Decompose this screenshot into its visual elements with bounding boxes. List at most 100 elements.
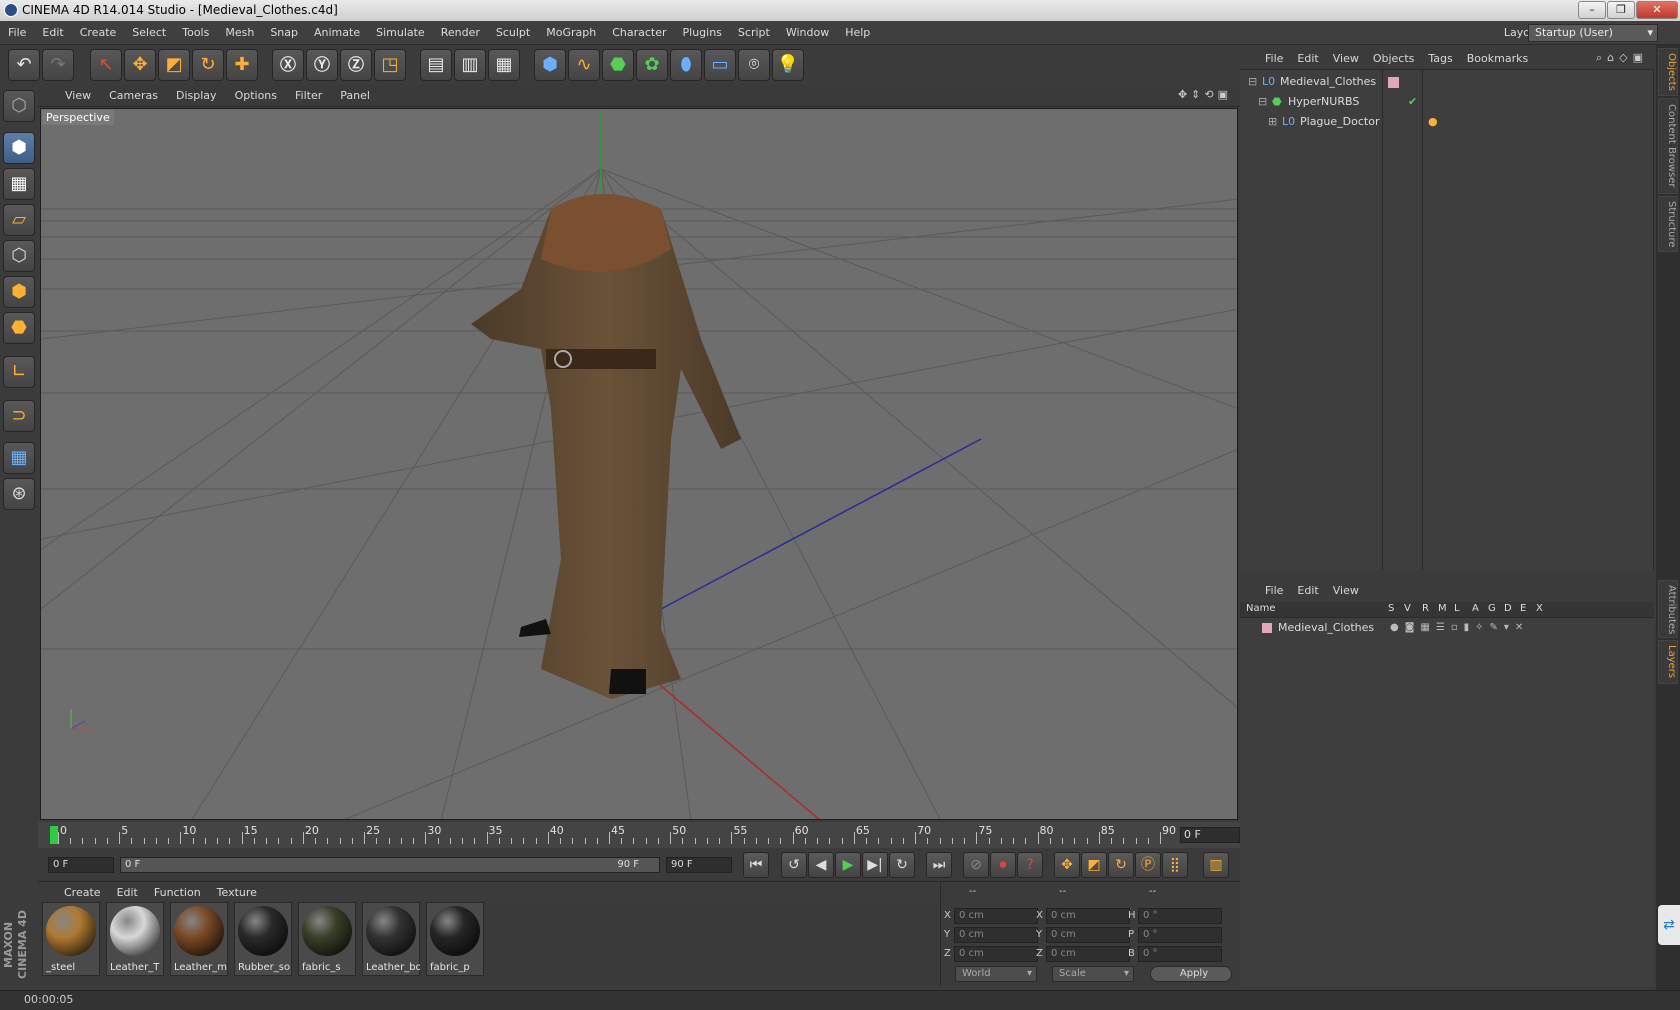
tab-content-browser[interactable]: Content Browser bbox=[1658, 98, 1678, 194]
material-swatch[interactable]: Rubber_so bbox=[234, 902, 292, 976]
play-button[interactable]: ▶ bbox=[835, 852, 861, 878]
timeline-window-button[interactable]: ▥ bbox=[1203, 852, 1229, 878]
close-button[interactable]: ✕ bbox=[1636, 1, 1678, 19]
keyframe-selection-button[interactable]: ? bbox=[1017, 852, 1043, 878]
viewport-menu-options[interactable]: Options bbox=[226, 85, 286, 107]
objects-menu-objects[interactable]: Objects bbox=[1366, 48, 1422, 70]
layer-column-header[interactable]: R bbox=[1422, 603, 1429, 614]
snap-magnet-button[interactable]: ⊃ bbox=[3, 400, 35, 432]
layer-flag-icons[interactable]: ●◙▦☰▫▮✧✎▾✕ bbox=[1390, 619, 1529, 637]
material-menu-edit[interactable]: Edit bbox=[109, 882, 146, 904]
coord-value-field[interactable]: 0 cm bbox=[954, 927, 1038, 943]
objects-search-home-icons[interactable]: ⌕⌂◇▣ bbox=[1596, 51, 1648, 65]
cube-primitive-button[interactable]: ⬢ bbox=[534, 49, 566, 81]
coordinate-system-button[interactable]: ◳ bbox=[374, 49, 406, 81]
menu-mesh[interactable]: Mesh bbox=[217, 21, 262, 45]
current-frame-field[interactable]: 0 F bbox=[1180, 827, 1240, 843]
layers-menu-view[interactable]: View bbox=[1326, 580, 1366, 602]
object-row-medieval-clothes[interactable]: ⊟ L0 Medieval_Clothes bbox=[1240, 72, 1654, 92]
objects-menu-edit[interactable]: Edit bbox=[1290, 48, 1325, 70]
floor-environment-button[interactable]: ▭ bbox=[704, 49, 736, 81]
tab-objects[interactable]: Objects bbox=[1658, 48, 1678, 96]
go-to-end-button[interactable]: ⏭ bbox=[926, 852, 952, 878]
menu-create[interactable]: Create bbox=[72, 21, 125, 45]
material-swatch[interactable]: _steel bbox=[42, 902, 100, 976]
axis-mode-button[interactable]: ∟ bbox=[3, 356, 35, 388]
material-swatch[interactable]: Leather_T bbox=[106, 902, 164, 976]
layer-column-header[interactable]: S bbox=[1388, 603, 1394, 614]
material-swatch[interactable]: Leather_m bbox=[170, 902, 228, 976]
viewport-menu-panel[interactable]: Panel bbox=[331, 85, 379, 107]
planar-workplane-button[interactable]: ⊛ bbox=[3, 478, 35, 510]
rotate-tool-button[interactable]: ↻ bbox=[192, 49, 224, 81]
layout-dropdown[interactable]: Startup (User) ▾ bbox=[1528, 24, 1658, 42]
undo-button[interactable]: ↶ bbox=[8, 49, 40, 81]
3d-viewport[interactable] bbox=[40, 108, 1238, 820]
add-object-button[interactable]: ✚ bbox=[226, 49, 258, 81]
record-keys-disabled-button[interactable]: ⊘ bbox=[963, 852, 989, 878]
render-settings-button[interactable]: ▦ bbox=[488, 49, 520, 81]
coord-value-field[interactable]: 0 cm bbox=[954, 946, 1038, 962]
menu-mograph[interactable]: MoGraph bbox=[538, 21, 604, 45]
frame-range-slider[interactable]: 0 F 90 F bbox=[120, 857, 660, 873]
coord-value-field[interactable]: 0 cm bbox=[1046, 908, 1130, 924]
previous-key-button[interactable]: ↺ bbox=[781, 852, 807, 878]
end-frame-field[interactable]: 90 F bbox=[666, 857, 732, 873]
material-swatch[interactable]: fabric_s bbox=[298, 902, 356, 976]
apply-button[interactable]: Apply bbox=[1150, 966, 1232, 982]
material-tag-icon[interactable]: ● bbox=[1428, 112, 1438, 132]
coord-value-field[interactable]: 0 cm bbox=[1046, 927, 1130, 943]
minimize-button[interactable]: – bbox=[1578, 1, 1606, 19]
texture-mode-button[interactable]: ▦ bbox=[3, 168, 35, 200]
enabled-check-icon[interactable]: ✔ bbox=[1408, 92, 1417, 112]
material-menu-texture[interactable]: Texture bbox=[209, 882, 265, 904]
tab-layers[interactable]: Layers bbox=[1658, 640, 1678, 684]
objects-menu-file[interactable]: File bbox=[1258, 48, 1290, 70]
menu-character[interactable]: Character bbox=[604, 21, 674, 45]
menu-tools[interactable]: Tools bbox=[174, 21, 217, 45]
model-mode-button[interactable]: ⬢ bbox=[3, 132, 35, 164]
layer-column-header[interactable]: L bbox=[1454, 603, 1460, 614]
layer-row-medieval-clothes[interactable]: Medieval_Clothes ●◙▦☰▫▮✧✎▾✕ bbox=[1240, 619, 1654, 637]
menu-animate[interactable]: Animate bbox=[306, 21, 368, 45]
edges-mode-button[interactable]: ⬢ bbox=[3, 276, 35, 308]
workplane-mode-button[interactable]: ▱ bbox=[3, 204, 35, 236]
tab-attributes[interactable]: Attributes bbox=[1658, 580, 1678, 638]
menu-sculpt[interactable]: Sculpt bbox=[488, 21, 538, 45]
menu-edit[interactable]: Edit bbox=[34, 21, 71, 45]
viewport-menu-display[interactable]: Display bbox=[167, 85, 226, 107]
material-swatch[interactable]: Leather_bo bbox=[362, 902, 420, 976]
layers-menu-file[interactable]: File bbox=[1258, 580, 1290, 602]
menu-render[interactable]: Render bbox=[433, 21, 488, 45]
menu-window[interactable]: Window bbox=[778, 21, 837, 45]
next-frame-button[interactable]: ▶| bbox=[862, 852, 888, 878]
mograph-cloner-button[interactable]: ✿ bbox=[636, 49, 668, 81]
viewport-menu-view[interactable]: View bbox=[56, 85, 100, 107]
layer-column-header[interactable]: D bbox=[1504, 603, 1512, 614]
maximize-button[interactable]: ❐ bbox=[1607, 1, 1635, 19]
viewport-menu-cameras[interactable]: Cameras bbox=[100, 85, 167, 107]
timeline-ruler[interactable] bbox=[38, 822, 1240, 848]
camera-button[interactable]: ⌾ bbox=[738, 49, 770, 81]
y-axis-button[interactable]: Ⓨ bbox=[306, 49, 338, 81]
live-selection-button[interactable]: ↖ bbox=[90, 49, 122, 81]
menu-snap[interactable]: Snap bbox=[262, 21, 306, 45]
material-menu-create[interactable]: Create bbox=[56, 882, 109, 904]
z-axis-button[interactable]: Ⓩ bbox=[340, 49, 372, 81]
material-menu-function[interactable]: Function bbox=[146, 882, 209, 904]
layer-column-header[interactable]: E bbox=[1520, 603, 1526, 614]
layer-column-header[interactable]: A bbox=[1472, 603, 1479, 614]
subdivision-surface-button[interactable]: ⬣ bbox=[602, 49, 634, 81]
points-mode-button[interactable]: ⬡ bbox=[3, 240, 35, 272]
start-frame-field[interactable]: 0 F bbox=[48, 857, 114, 873]
menu-select[interactable]: Select bbox=[124, 21, 174, 45]
spline-pen-button[interactable]: ∿ bbox=[568, 49, 600, 81]
coord-value-field[interactable]: 0 cm bbox=[954, 908, 1038, 924]
coord-value-field[interactable]: 0 ° bbox=[1138, 908, 1222, 924]
autokeying-button[interactable]: ⏺ bbox=[990, 852, 1016, 878]
deformer-bend-button[interactable]: ⬮ bbox=[670, 49, 702, 81]
layer-column-header[interactable]: X bbox=[1536, 603, 1543, 614]
go-to-start-button[interactable]: ⏮ bbox=[743, 852, 769, 878]
coordinate-space-dropdown[interactable]: World ▾ bbox=[955, 966, 1037, 982]
menu-plugins[interactable]: Plugins bbox=[675, 21, 730, 45]
